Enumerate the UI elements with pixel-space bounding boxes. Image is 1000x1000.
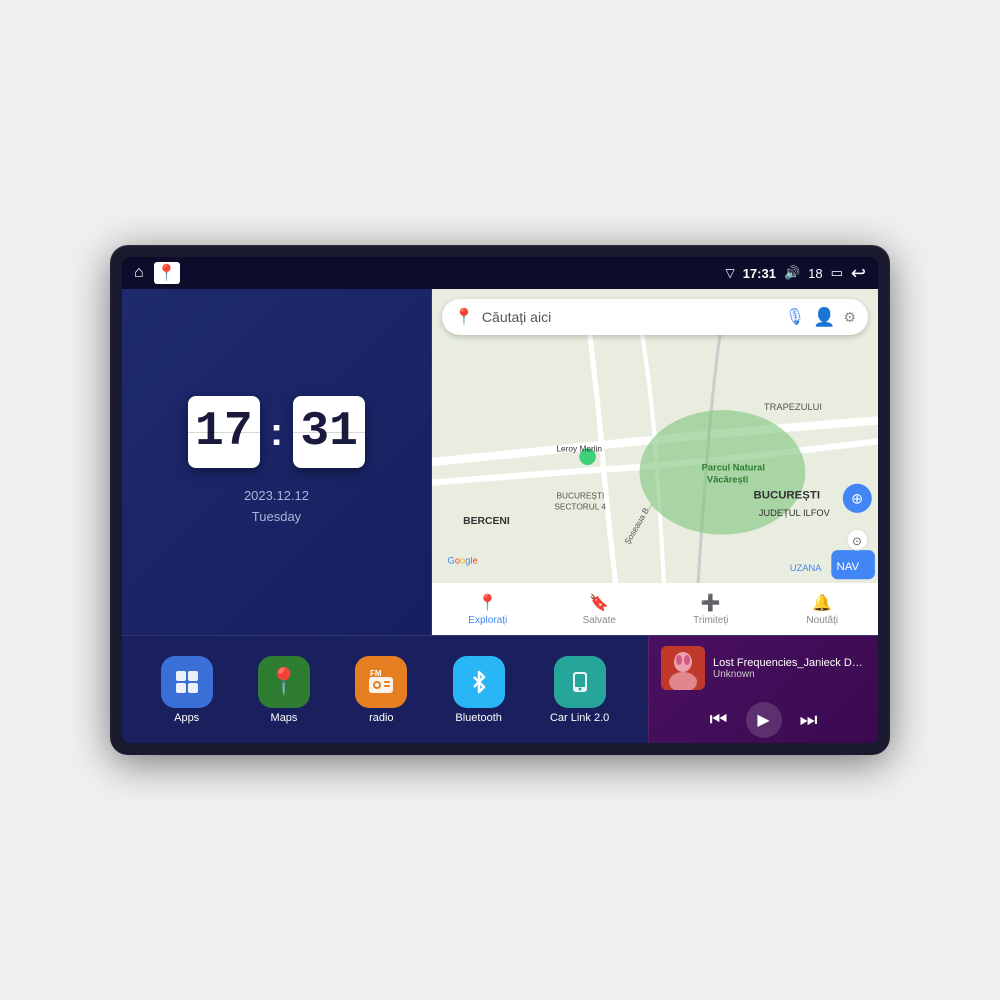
share-icon: ➕	[701, 593, 721, 613]
radio-label: radio	[369, 712, 393, 724]
map-search-text[interactable]: Căutați aici	[482, 309, 777, 325]
map-bottom-bar: 📍 Explorați 🔖 Salvate ➕ Trimiteți 🔔	[432, 583, 878, 635]
music-controls: ⏮ ▶ ⏭	[661, 702, 866, 738]
svg-text:Leroy Merlin: Leroy Merlin	[556, 444, 602, 454]
svg-text:Văcărești: Văcărești	[707, 475, 748, 485]
carlink-icon-bg	[554, 656, 606, 708]
svg-text:Google: Google	[448, 556, 478, 566]
news-icon: 🔔	[812, 593, 832, 613]
bluetooth-label: Bluetooth	[455, 712, 501, 724]
music-thumbnail	[661, 646, 705, 690]
music-title: Lost Frequencies_Janieck Devy-...	[713, 657, 866, 669]
signal-icon: ▽	[725, 266, 734, 280]
map-nav-saved[interactable]: 🔖 Salvate	[544, 583, 656, 635]
map-voice-icon[interactable]: 🎙	[785, 307, 805, 327]
battery-icon: ▭	[831, 265, 843, 281]
volume-icon: 🔊	[784, 265, 800, 281]
map-location-pin-icon: 📍	[454, 307, 474, 327]
svg-text:⊕: ⊕	[851, 491, 863, 507]
bottom-section: Apps 📍 Maps	[122, 635, 878, 743]
map-search-bar[interactable]: 📍 Căutați aici 🎙 👤 ⚙	[442, 299, 868, 335]
music-prev-button[interactable]: ⏮	[710, 709, 728, 732]
apps-label: Apps	[174, 712, 199, 724]
maps-icon-bg: 📍	[258, 656, 310, 708]
car-display-device: ⌂ 📍 ▽ 17:31 🔊 18 ▭ ↩ 17 : 31	[110, 245, 890, 755]
svg-text:⊙: ⊙	[852, 536, 862, 548]
flip-clock: 17 : 31	[188, 396, 365, 468]
map-nav-news[interactable]: 🔔 Noutăți	[767, 583, 879, 635]
clock-widget: 17 : 31 2023.12.12 Tuesday	[122, 289, 432, 635]
maps-shortcut-icon[interactable]: 📍	[154, 262, 180, 284]
map-nav-explore[interactable]: 📍 Explorați	[432, 583, 544, 635]
map-nav-share[interactable]: ➕ Trimiteți	[655, 583, 767, 635]
bluetooth-icon-bg	[453, 656, 505, 708]
explore-icon: 📍	[478, 593, 498, 613]
device-screen: ⌂ 📍 ▽ 17:31 🔊 18 ▭ ↩ 17 : 31	[122, 257, 878, 743]
svg-text:FM: FM	[370, 669, 382, 678]
map-settings-icon[interactable]: ⚙	[843, 309, 856, 326]
home-icon[interactable]: ⌂	[134, 264, 144, 282]
status-right: ▽ 17:31 🔊 18 ▭ ↩	[725, 263, 866, 284]
app-item-bluetooth[interactable]: Bluetooth	[453, 656, 505, 724]
top-section: 17 : 31 2023.12.12 Tuesday	[122, 289, 878, 635]
music-info: Lost Frequencies_Janieck Devy-... Unknow…	[661, 646, 866, 690]
apps-section: Apps 📍 Maps	[122, 636, 648, 743]
status-bar: ⌂ 📍 ▽ 17:31 🔊 18 ▭ ↩	[122, 257, 878, 289]
svg-text:BUCUREȘTI: BUCUREȘTI	[754, 489, 820, 501]
svg-text:NAV: NAV	[837, 561, 860, 573]
clock-colon: :	[270, 412, 283, 452]
radio-icon-bg: FM	[355, 656, 407, 708]
svg-text:JUDEȚUL ILFOV: JUDEȚUL ILFOV	[759, 508, 831, 518]
saved-icon: 🔖	[589, 593, 609, 613]
music-artist: Unknown	[713, 669, 866, 680]
status-left: ⌂ 📍	[134, 262, 180, 284]
svg-text:SECTORUL 4: SECTORUL 4	[554, 502, 606, 512]
app-item-apps[interactable]: Apps	[161, 656, 213, 724]
app-item-radio[interactable]: FM radio	[355, 656, 407, 724]
map-account-icon[interactable]: 👤	[813, 307, 835, 328]
music-meta: Lost Frequencies_Janieck Devy-... Unknow…	[713, 657, 866, 680]
app-item-carlink[interactable]: Car Link 2.0	[550, 656, 609, 724]
status-time: 17:31	[743, 266, 776, 281]
svg-text:BUCUREȘTI: BUCUREȘTI	[556, 490, 604, 500]
svg-text:Parcul Natural: Parcul Natural	[702, 462, 765, 472]
apps-icon-bg	[161, 656, 213, 708]
volume-level: 18	[808, 266, 822, 281]
main-content: 17 : 31 2023.12.12 Tuesday	[122, 289, 878, 743]
svg-text:TRAPEZULUI: TRAPEZULUI	[764, 402, 822, 412]
map-widget[interactable]: Parcul Natural Văcărești TRAPEZULUI BUCU…	[432, 289, 878, 635]
music-play-button[interactable]: ▶	[746, 702, 782, 738]
svg-text:UZANA: UZANA	[790, 563, 822, 573]
clock-hour: 17	[188, 396, 260, 468]
clock-date: 2023.12.12 Tuesday	[244, 486, 309, 528]
maps-label: Maps	[271, 712, 298, 724]
carlink-label: Car Link 2.0	[550, 712, 609, 724]
back-icon[interactable]: ↩	[851, 263, 866, 284]
app-item-maps[interactable]: 📍 Maps	[258, 656, 310, 724]
music-next-button[interactable]: ⏭	[800, 709, 818, 732]
svg-text:BERCENI: BERCENI	[463, 516, 510, 527]
clock-minute: 31	[293, 396, 365, 468]
music-player: Lost Frequencies_Janieck Devy-... Unknow…	[648, 636, 878, 743]
